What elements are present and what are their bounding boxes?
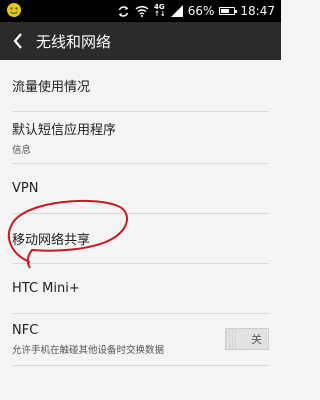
list-item-htc-mini[interactable]: HTC Mini+ xyxy=(12,264,269,314)
item-summary: 信息 xyxy=(12,145,32,156)
action-bar: 无线和网络 xyxy=(0,22,281,60)
toggle-state-label: 关 xyxy=(251,333,262,346)
status-bar: 4G ↑↓ 66% 18:47 xyxy=(0,0,281,22)
item-label: 流量使用情况 xyxy=(12,80,91,95)
item-label: 移动网络共享 xyxy=(12,233,91,248)
battery-percent: 66% xyxy=(187,4,215,18)
list-item-nfc[interactable]: NFC 允许手机在触碰其他设备时交换数据 关 xyxy=(12,314,269,366)
item-label: HTC Mini+ xyxy=(12,281,80,296)
back-button[interactable] xyxy=(0,22,36,60)
list-item-default-sms-app[interactable]: 默认短信应用程序 信息 xyxy=(12,112,269,164)
battery-icon xyxy=(219,7,238,15)
clock: 18:47 xyxy=(240,4,275,18)
sync-icon xyxy=(117,5,130,18)
item-label: VPN xyxy=(12,181,39,196)
settings-list: 流量使用情况 默认短信应用程序 信息 VPN 移动网络共享 HTC Mini+ … xyxy=(0,60,281,366)
list-item-data-usage[interactable]: 流量使用情况 xyxy=(12,60,269,112)
list-item-vpn[interactable]: VPN xyxy=(12,164,269,214)
network-type-indicator: 4G ↑↓ xyxy=(154,3,166,18)
list-item-tethering[interactable]: 移动网络共享 xyxy=(12,214,269,264)
wifi-icon xyxy=(135,5,149,17)
signal-icon xyxy=(170,5,183,17)
app-notification-icon xyxy=(6,2,22,22)
item-label: 默认短信应用程序 xyxy=(12,123,117,138)
nfc-toggle[interactable]: 关 xyxy=(225,328,269,350)
page-title: 无线和网络 xyxy=(36,32,112,51)
chevron-left-icon xyxy=(13,33,22,49)
